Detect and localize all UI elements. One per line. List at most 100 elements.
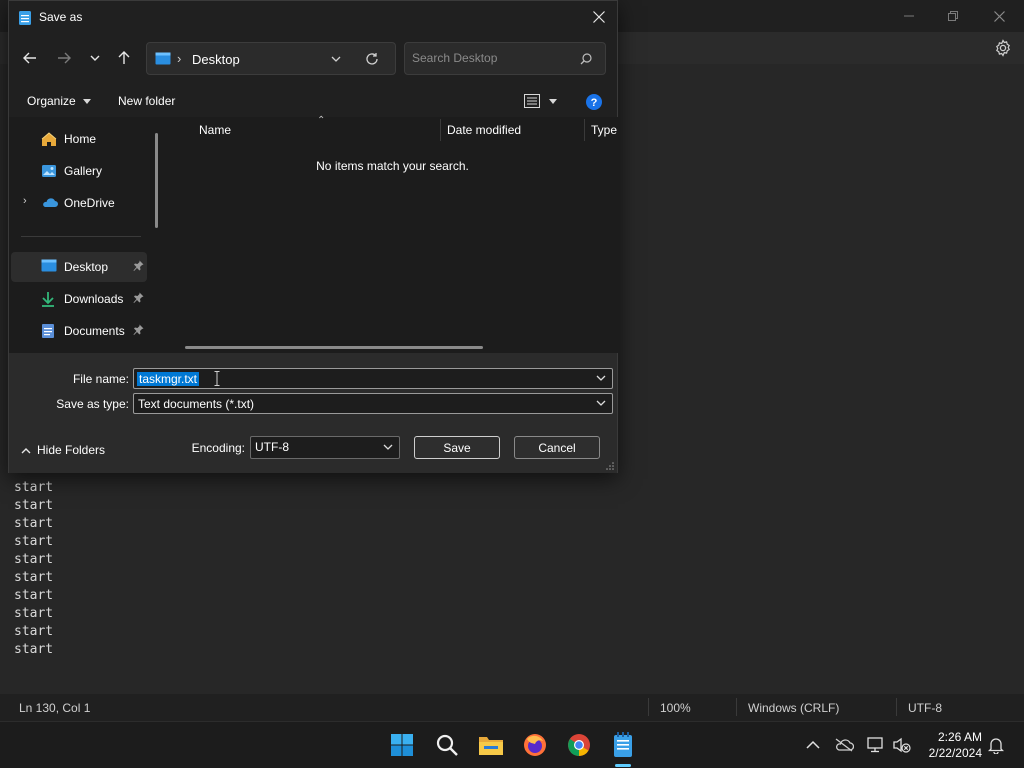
hide-folders-button[interactable]: Hide Folders: [21, 443, 105, 457]
editor-line[interactable]: start: [14, 641, 53, 659]
close-icon: [593, 11, 605, 23]
breadcrumb-location[interactable]: Desktop: [192, 52, 240, 67]
file-name-label: File name:: [72, 372, 129, 386]
arrow-right-icon: [58, 52, 71, 64]
editor-line[interactable]: start: [14, 497, 53, 515]
sidebar-item-home[interactable]: Home: [11, 124, 147, 154]
chrome-button[interactable]: [564, 730, 594, 760]
volume-tray-button[interactable]: [892, 735, 912, 755]
dialog-titlebar[interactable]: Save as: [9, 1, 617, 33]
new-folder-button[interactable]: New folder: [118, 94, 175, 108]
status-divider: [896, 698, 897, 716]
save-as-type-label: Save as type:: [56, 397, 129, 411]
search-button[interactable]: [432, 730, 462, 760]
start-button[interactable]: [387, 730, 417, 760]
editor-line[interactable]: start: [14, 569, 53, 587]
editor-line[interactable]: start: [14, 623, 53, 641]
back-button[interactable]: [19, 47, 41, 69]
search-icon[interactable]: [580, 53, 592, 65]
sidebar-item-onedrive[interactable]: › OneDrive: [11, 188, 147, 218]
cursor-position: Ln 130, Col 1: [19, 701, 91, 715]
column-header-date-modified[interactable]: Date modified: [447, 123, 521, 137]
line-ending: Windows (CRLF): [748, 701, 840, 715]
clock-time: 2:26 AM: [937, 730, 982, 744]
help-button[interactable]: ?: [586, 94, 602, 113]
notepad-button[interactable]: [608, 730, 638, 760]
cancel-button[interactable]: Cancel: [514, 436, 600, 459]
svg-text:?: ?: [591, 97, 598, 109]
file-name-value[interactable]: taskmgr.txt: [137, 372, 200, 386]
save-button[interactable]: Save: [414, 436, 500, 459]
folder-icon: [479, 737, 503, 755]
restore-button[interactable]: [930, 0, 976, 32]
caret-down-icon: [549, 99, 558, 104]
search-box[interactable]: [404, 42, 606, 75]
dialog-title: Save as: [39, 10, 83, 24]
settings-button[interactable]: [994, 39, 1012, 57]
save-as-type-value: Text documents (*.txt): [138, 397, 255, 411]
expand-chevron-icon[interactable]: ›: [23, 195, 27, 207]
address-bar[interactable]: › Desktop: [146, 42, 396, 75]
chevron-down-icon[interactable]: [595, 371, 607, 385]
chevron-down-icon: [90, 55, 100, 61]
pin-icon: [133, 324, 145, 336]
up-button[interactable]: [113, 47, 135, 69]
empty-message: No items match your search.: [316, 159, 469, 173]
sort-caret-icon: ⌃: [317, 115, 326, 126]
organize-button[interactable]: Organize: [27, 94, 92, 108]
search-input[interactable]: [412, 51, 572, 65]
dialog-close-button[interactable]: [589, 7, 609, 27]
file-explorer-button[interactable]: [476, 730, 506, 760]
text-cursor-icon: [214, 371, 220, 386]
close-window-button[interactable]: [976, 0, 1022, 32]
network-tray-button[interactable]: [866, 735, 886, 755]
gallery-icon: [41, 163, 57, 179]
status-divider: [736, 698, 737, 716]
column-header-type[interactable]: Type: [591, 123, 617, 137]
file-name-field[interactable]: taskmgr.txt: [133, 368, 613, 389]
taskbar-clock[interactable]: 2:26 AM 2/22/2024: [929, 729, 982, 761]
nav-separator: [21, 236, 141, 237]
minimize-button[interactable]: [886, 0, 932, 32]
notifications-button[interactable]: [986, 735, 1006, 755]
nav-scrollbar[interactable]: [155, 133, 158, 228]
sidebar-item-downloads[interactable]: Downloads: [11, 284, 147, 314]
chrome-icon: [568, 734, 590, 756]
sidebar-item-documents[interactable]: Documents: [11, 316, 147, 346]
editor-text[interactable]: start start start start start start start start…: [14, 461, 53, 659]
network-icon: [867, 737, 883, 753]
file-list[interactable]: ⌃ Name Date modified Type No items match…: [167, 115, 618, 353]
navigation-pane[interactable]: Home Gallery › OneDrive Desktop Downloads Docu…: [9, 117, 167, 353]
column-divider[interactable]: [584, 119, 585, 141]
firefox-button[interactable]: [520, 730, 550, 760]
recent-locations-button[interactable]: [84, 47, 106, 69]
chevron-down-icon[interactable]: [331, 56, 341, 63]
refresh-icon[interactable]: [365, 52, 379, 66]
onedrive-tray-button[interactable]: [834, 735, 854, 755]
save-as-type-select[interactable]: Text documents (*.txt): [133, 393, 613, 414]
editor-line[interactable]: start: [14, 551, 53, 569]
forward-button[interactable]: [53, 47, 75, 69]
column-divider[interactable]: [440, 119, 441, 141]
column-header-name[interactable]: Name: [199, 123, 231, 137]
editor-line[interactable]: start: [14, 605, 53, 623]
encoding-select[interactable]: UTF-8: [250, 436, 400, 459]
help-icon: ?: [586, 94, 602, 110]
editor-line[interactable]: start: [14, 479, 53, 497]
editor-line[interactable]: start: [14, 533, 53, 551]
file-encoding: UTF-8: [908, 701, 942, 715]
notepad-icon: [614, 732, 632, 757]
documents-icon: [41, 323, 57, 339]
show-hidden-icons-button[interactable]: [803, 735, 823, 755]
resize-grip-icon[interactable]: [606, 462, 614, 470]
sidebar-item-label: Documents: [64, 324, 125, 338]
navigation-bar: › Desktop: [9, 37, 617, 81]
command-bar: Organize New folder ?: [9, 87, 617, 117]
sidebar-item-gallery[interactable]: Gallery: [11, 156, 147, 186]
horizontal-scrollbar[interactable]: [185, 346, 483, 349]
restore-icon: [948, 11, 958, 21]
view-options-button[interactable]: [524, 94, 558, 111]
sidebar-item-desktop[interactable]: Desktop: [11, 252, 147, 282]
editor-line[interactable]: start: [14, 515, 53, 533]
editor-line[interactable]: start: [14, 587, 53, 605]
